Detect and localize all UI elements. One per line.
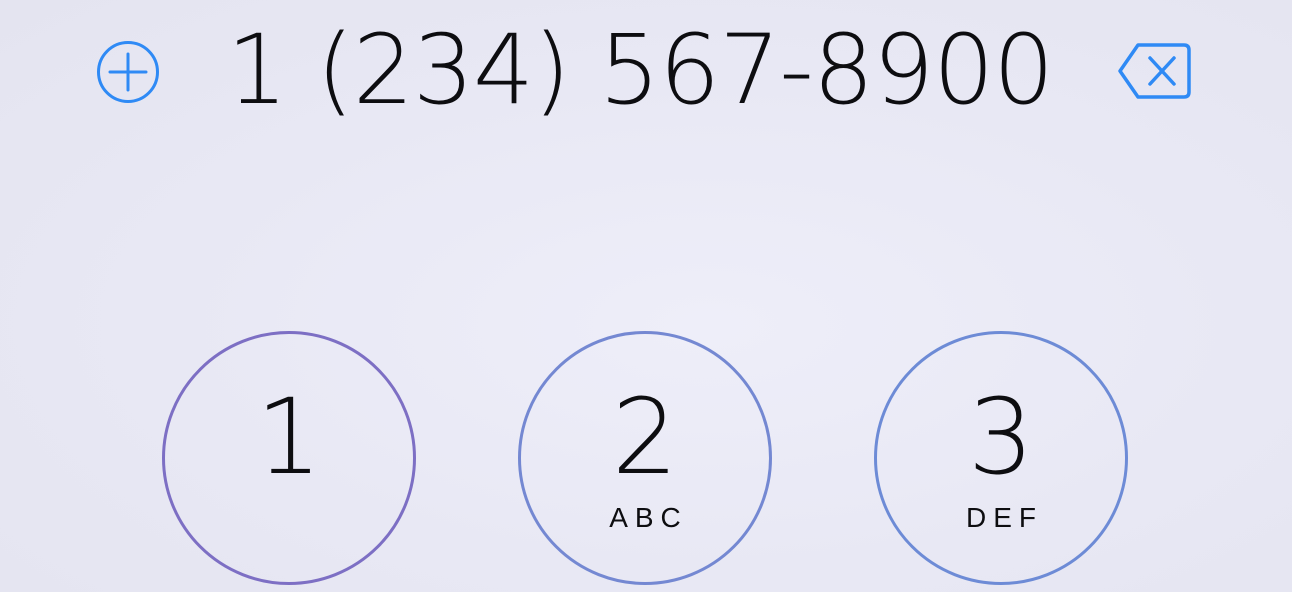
key-digit: 2 — [611, 376, 679, 498]
keypad-key-1[interactable]: 1 — [162, 331, 416, 585]
backspace-icon — [1118, 43, 1191, 99]
phone-number-display: 1 (234) 567-8900 — [226, 14, 1054, 126]
plus-circle-icon — [97, 41, 159, 103]
keypad-key-3[interactable]: 3 DEF — [874, 331, 1128, 585]
add-contact-button[interactable] — [94, 38, 162, 106]
key-letters: ABC — [609, 502, 688, 533]
key-digit: 1 — [255, 376, 323, 498]
number-display-bar: 1 (234) 567-8900 — [0, 0, 1292, 140]
delete-digit-button[interactable] — [1116, 40, 1194, 102]
key-letters: DEF — [966, 502, 1043, 533]
key-digit: 3 — [967, 376, 1035, 498]
keypad-key-2[interactable]: 2 ABC — [518, 331, 772, 585]
